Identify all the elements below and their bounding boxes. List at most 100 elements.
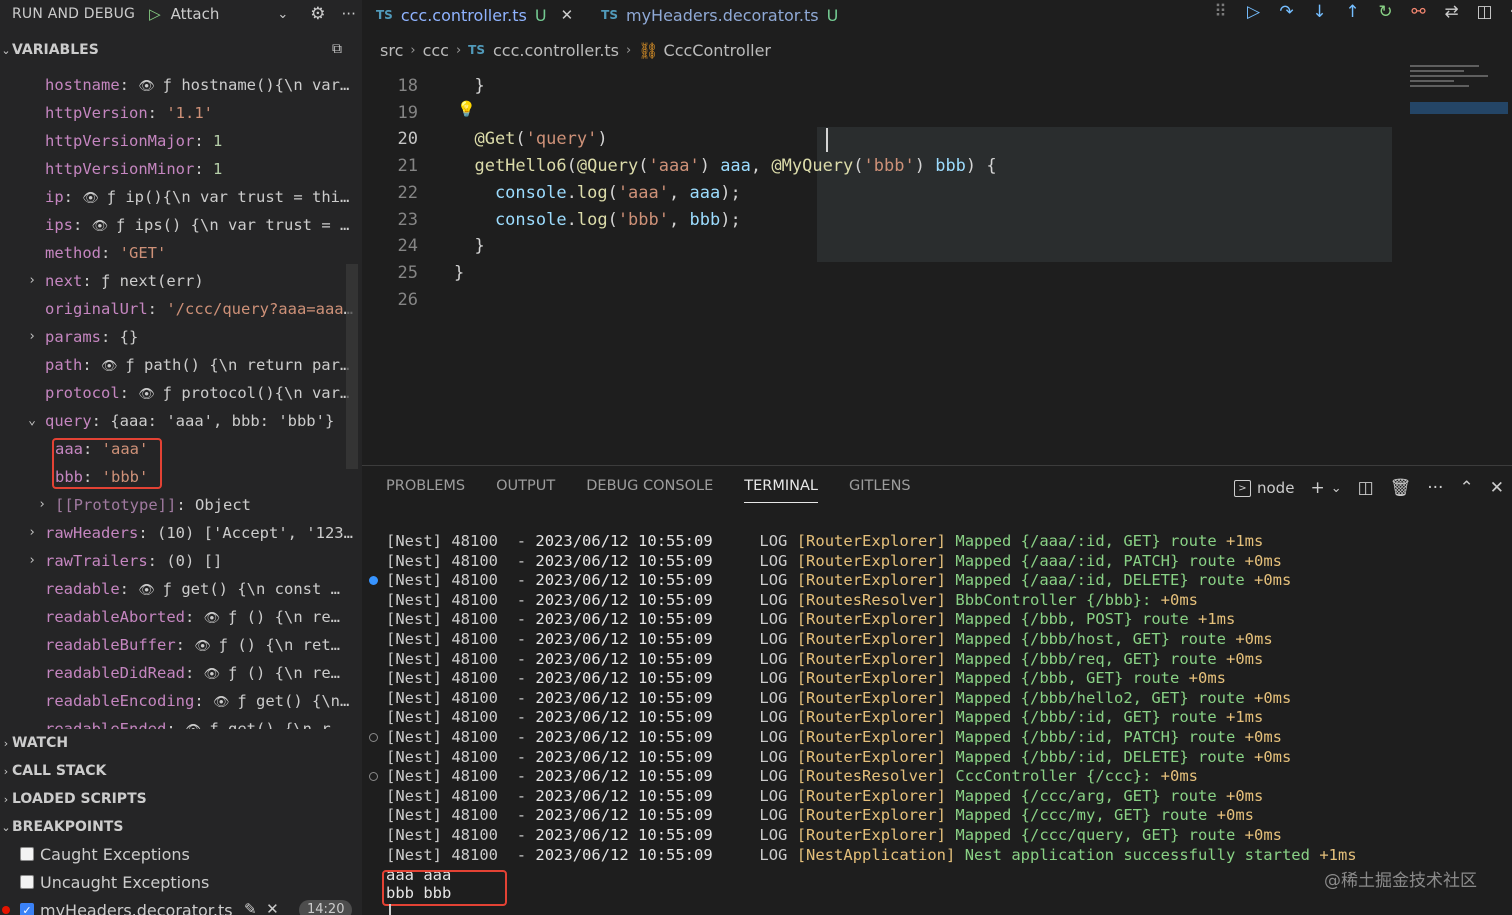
more-actions-icon[interactable]: ···	[1427, 478, 1443, 498]
variable-row[interactable]: originalUrl: '/ccc/query?aaa=aaa&bbb…	[0, 295, 362, 323]
step-out-icon[interactable]: ↑	[1336, 2, 1369, 22]
eye-icon[interactable]: 👁	[194, 639, 218, 654]
eye-icon[interactable]: 👁	[138, 583, 162, 598]
line-number[interactable]: 20	[372, 126, 418, 153]
breakpoints-section-header[interactable]: ⌄ BREAKPOINTS	[0, 813, 362, 841]
variable-row[interactable]: readable: 👁 ƒ get() {\n const …	[0, 575, 362, 603]
code-line[interactable]: 18 }	[362, 73, 1402, 100]
split-terminal-icon[interactable]: ◫	[1358, 478, 1374, 498]
launch-config-select[interactable]: Attach	[171, 5, 220, 23]
line-number[interactable]: 25	[372, 260, 418, 287]
chevron-right-icon[interactable]: ›	[25, 267, 39, 295]
variable-row[interactable]: › next: ƒ next(err)	[0, 267, 362, 295]
eye-icon[interactable]: 👁	[101, 359, 125, 374]
call-stack-section-header[interactable]: › CALL STACK	[0, 757, 362, 785]
start-debugging-play-icon[interactable]: ▷	[149, 5, 161, 23]
line-number[interactable]: 22	[372, 180, 418, 207]
eye-icon[interactable]: 👁	[204, 611, 228, 626]
code-line[interactable]: 25}	[362, 260, 1402, 287]
variable-row[interactable]: httpVersionMinor: 1	[0, 155, 362, 183]
watch-section-header[interactable]: › WATCH	[0, 729, 362, 757]
step-into-icon[interactable]: ↓	[1303, 2, 1336, 22]
close-icon[interactable]: ✕	[561, 6, 574, 24]
more-actions-icon[interactable]: ···	[342, 5, 356, 23]
breadcrumb-item[interactable]: ccc	[423, 41, 449, 60]
variable-row[interactable]: path: 👁 ƒ path() {\n return parse(…	[0, 351, 362, 379]
lightbulb-icon[interactable]: 💡	[457, 100, 476, 118]
eye-icon[interactable]: 👁	[138, 387, 162, 402]
line-number[interactable]: 19	[372, 100, 418, 127]
variable-row[interactable]: hostname: 👁 ƒ hostname(){\n var t…	[0, 71, 362, 99]
terminal-shell-name[interactable]: node	[1257, 479, 1294, 497]
command-decoration-icon[interactable]	[369, 733, 378, 742]
variable-row[interactable]: ⌄ query: {aaa: 'aaa', bbb: 'bbb'}	[0, 407, 362, 435]
variable-row[interactable]: ips: 👁 ƒ ips() {\n var trust = thi…	[0, 211, 362, 239]
trash-icon[interactable]: 🗑	[1390, 478, 1412, 498]
minimap[interactable]	[1410, 62, 1508, 122]
variable-row[interactable]: method: 'GET'	[0, 239, 362, 267]
caught-exceptions-checkbox[interactable]	[20, 847, 34, 861]
variable-row[interactable]: › [[Prototype]]: Object	[0, 491, 362, 519]
variable-row[interactable]: readableEnded: 👁 ƒ get() {\n r…	[0, 715, 362, 729]
code-line[interactable]: 24 }	[362, 233, 1402, 260]
code-line[interactable]: 19	[362, 100, 1402, 127]
continue-icon[interactable]: ▷	[1237, 2, 1270, 22]
code-line[interactable]: 21 getHello6(@Query('aaa') aaa, @MyQuery…	[362, 153, 1402, 180]
code-line[interactable]: 23 console.log('bbb', bbb);	[362, 207, 1402, 234]
chevron-right-icon[interactable]: ›	[25, 519, 39, 547]
tab-ccc-controller[interactable]: TS ccc.controller.ts U ✕	[362, 0, 587, 30]
chevron-down-icon[interactable]: ⌄	[277, 7, 288, 22]
breakpoint-uncaught-exceptions[interactable]: Uncaught Exceptions	[0, 868, 362, 896]
variable-row[interactable]: readableEncoding: 👁 ƒ get() {\n …	[0, 687, 362, 715]
chevron-right-icon[interactable]: ›	[35, 491, 49, 519]
variable-row[interactable]: readableAborted: 👁 ƒ () {\n re…	[0, 603, 362, 631]
split-editor-icon[interactable]: ◫	[1468, 2, 1501, 22]
chevron-right-icon[interactable]: ›	[25, 547, 39, 575]
eye-icon[interactable]: 👁	[82, 191, 106, 206]
uncaught-exceptions-checkbox[interactable]	[20, 875, 34, 889]
line-number[interactable]: 23	[372, 207, 418, 234]
tab-myheaders-decorator[interactable]: TS myHeaders.decorator.ts U	[587, 0, 852, 30]
tab-gitlens[interactable]: GITLENS	[849, 478, 911, 503]
close-icon[interactable]: ✕	[1490, 478, 1504, 498]
collapse-all-icon[interactable]: ⧉	[332, 41, 342, 57]
variable-row[interactable]: › params: {}	[0, 323, 362, 351]
chevron-down-icon[interactable]: ⌄	[1331, 481, 1342, 496]
breakpoint-file[interactable]: ✓ myHeaders.decorator.ts ✎ ✕ 14:20	[0, 896, 362, 915]
maximize-panel-icon[interactable]: ⌃	[1459, 478, 1473, 498]
breakpoint-caught-exceptions[interactable]: Caught Exceptions	[0, 840, 362, 868]
variable-row[interactable]: ›rawHeaders: (10) ['Accept', '123', '…	[0, 519, 362, 547]
eye-icon[interactable]: 👁	[92, 219, 116, 234]
eye-icon[interactable]: 👁	[213, 695, 237, 710]
chevron-right-icon[interactable]: ›	[25, 323, 39, 351]
line-number[interactable]: 24	[372, 233, 418, 260]
variables-section-header[interactable]: ⌄ VARIABLES ⧉	[0, 36, 362, 64]
eye-icon[interactable]: 👁	[204, 667, 228, 682]
code-line[interactable]: 20 @Get('query')	[362, 126, 1402, 153]
variable-row[interactable]: ip: 👁 ƒ ip(){\n var trust = this.a…	[0, 183, 362, 211]
step-over-icon[interactable]: ↷	[1270, 2, 1303, 22]
tab-terminal[interactable]: TERMINAL	[744, 478, 818, 503]
breadcrumb-item[interactable]: CccController	[664, 41, 771, 60]
tab-problems[interactable]: PROBLEMS	[386, 478, 465, 503]
line-number[interactable]: 18	[372, 73, 418, 100]
code-editor[interactable]: 18 } 19 20 @Get('query') 21 getHello6(@Quer…	[362, 60, 1402, 360]
variable-row[interactable]: httpVersionMajor: 1	[0, 127, 362, 155]
tab-output[interactable]: OUTPUT	[496, 478, 555, 503]
disconnect-icon[interactable]: ⚯	[1402, 2, 1435, 22]
loaded-scripts-section-header[interactable]: › LOADED SCRIPTS	[0, 785, 362, 813]
eye-icon[interactable]: 👁	[138, 79, 162, 94]
edit-breakpoint-icon[interactable]: ✎ ✕	[244, 900, 279, 915]
chevron-down-icon[interactable]: ⌄	[25, 407, 39, 435]
gear-icon[interactable]: ⚙	[310, 4, 325, 24]
variable-row[interactable]: readableBuffer: 👁 ƒ () {\n ret…	[0, 631, 362, 659]
variables-scrollbar[interactable]	[346, 264, 358, 469]
variable-row[interactable]: httpVersion: '1.1'	[0, 99, 362, 127]
compare-changes-icon[interactable]: ⇄	[1435, 2, 1468, 22]
tab-debug-console[interactable]: DEBUG CONSOLE	[586, 478, 713, 503]
code-line[interactable]: 26	[362, 287, 1402, 314]
add-terminal-icon[interactable]: +	[1310, 478, 1324, 498]
line-number[interactable]: 21	[372, 153, 418, 180]
restart-icon[interactable]: ↻	[1369, 2, 1402, 22]
variable-row[interactable]: › rawTrailers: (0) []	[0, 547, 362, 575]
